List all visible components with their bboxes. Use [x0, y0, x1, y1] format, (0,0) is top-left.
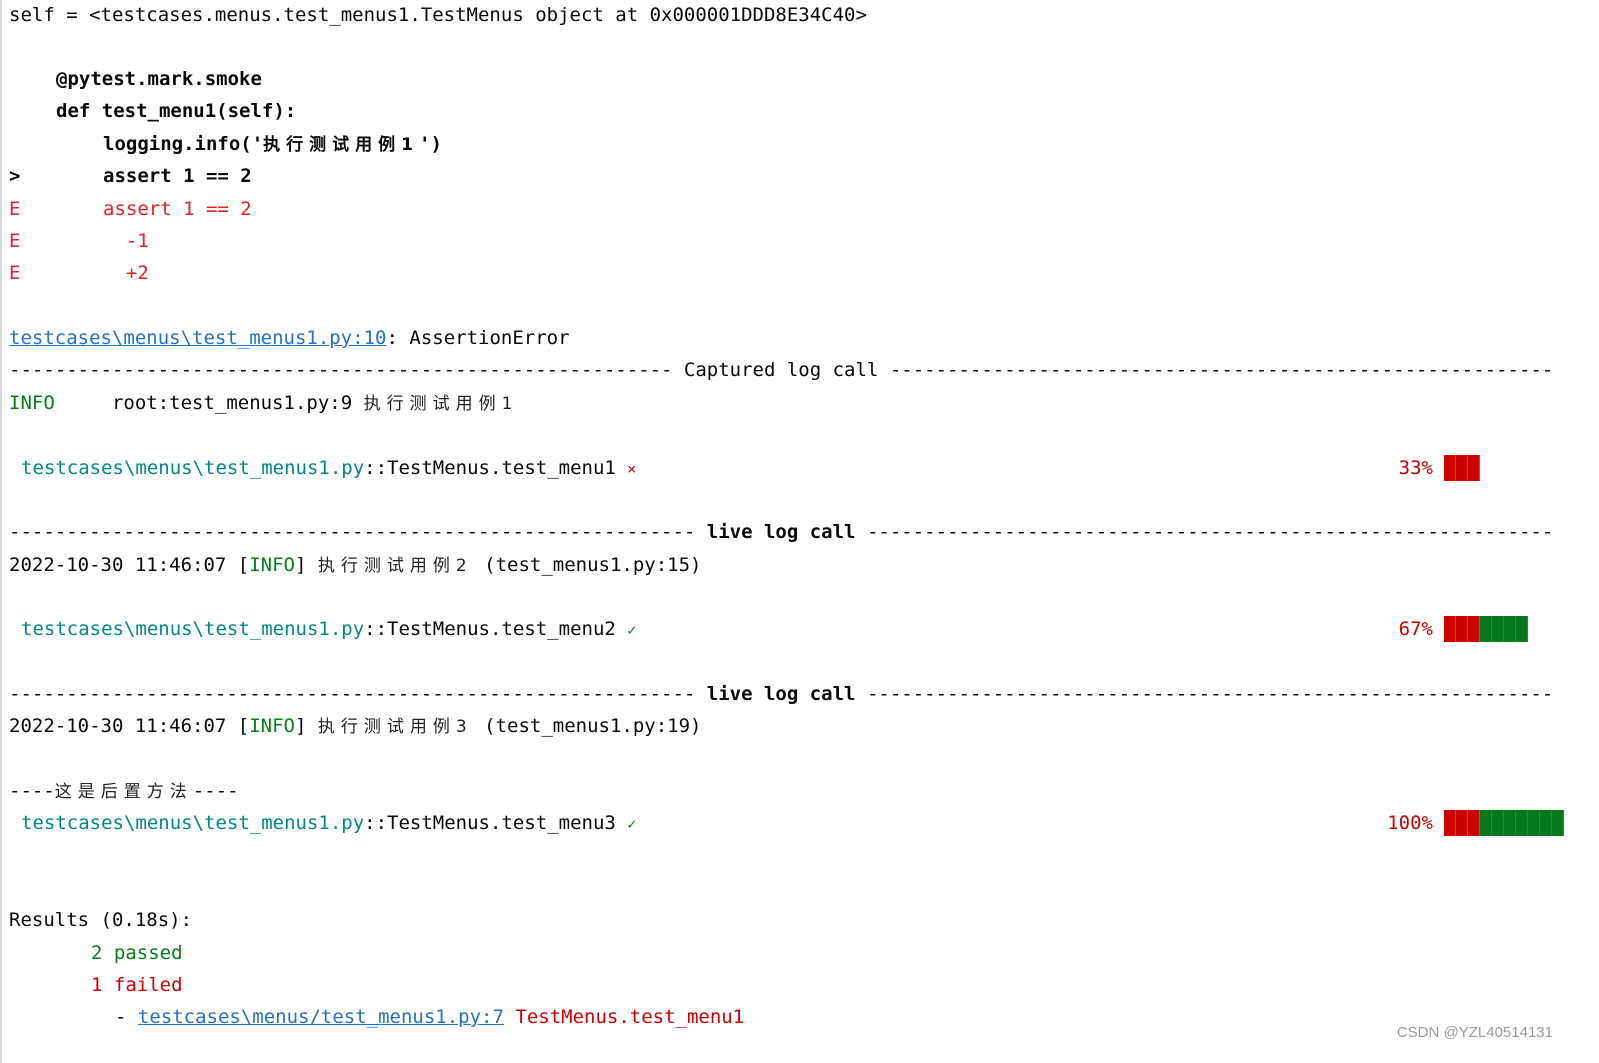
- separator-dashes: ----------------------------------------…: [889, 359, 1554, 381]
- live-log-line: 2022-10-30 11:46:07 [INFO] 执行测试用例3 (test…: [9, 715, 702, 737]
- separator-dashes: ----------------------------------------…: [9, 359, 684, 381]
- progress-percent: 33%: [1398, 457, 1433, 479]
- failure-arrow-marker: >: [9, 165, 21, 187]
- log-level: INFO: [9, 392, 55, 414]
- progress-segment-failed: [1468, 810, 1480, 836]
- progress-segment-failed: [1468, 455, 1480, 481]
- progress-segment-failed: [1456, 616, 1468, 642]
- progress-segment-passed: [1528, 810, 1540, 836]
- separator-title: Captured log call: [683, 359, 879, 381]
- console-output: self = <testcases.menus.test_menus1.Test…: [0, 0, 1599, 1063]
- assert-line: assert 1 == 2: [103, 165, 252, 187]
- test-name: ::TestMenus.test_menu1: [364, 457, 616, 479]
- progress-segment-passed: [1492, 616, 1504, 642]
- progress-bar: [1444, 455, 1480, 481]
- error-marker: E: [9, 262, 21, 284]
- progress-segment-passed: [1516, 616, 1528, 642]
- error-text: +2: [103, 262, 149, 284]
- teardown-message: 这是后置方法: [54, 782, 193, 802]
- separator-dashes: ----------------------------------------…: [9, 521, 707, 543]
- progress-segment-passed: [1504, 616, 1516, 642]
- progress-bar: [1444, 810, 1564, 836]
- fail-icon: ×: [627, 460, 637, 478]
- log-message: 执行测试用例1: [363, 394, 519, 414]
- teardown-line: ----这是后置方法----: [9, 780, 239, 802]
- log-message: 执行测试用例3: [317, 717, 473, 737]
- error-text: assert 1 == 2: [103, 198, 252, 220]
- progress-segment-passed: [1504, 810, 1516, 836]
- log-level: INFO: [249, 554, 295, 576]
- progress-segment-failed: [1456, 455, 1468, 481]
- captured-log-separator: ----------------------------------------…: [9, 354, 1554, 386]
- results-title: Results (0.18s):: [9, 909, 193, 931]
- test-path: testcases\menus\test_menus1.py: [21, 618, 365, 640]
- test-name: ::TestMenus.test_menu3: [364, 812, 616, 834]
- progress-percent: 100%: [1387, 812, 1433, 834]
- logging-line: logging.info('执行测试用例1'): [103, 128, 442, 160]
- log-message: 执行测试用例2: [317, 556, 473, 576]
- self-repr-line: self = <testcases.menus.test_menus1.Test…: [9, 4, 867, 26]
- error-marker: E: [9, 198, 21, 220]
- test-name: ::TestMenus.test_menu2: [364, 618, 616, 640]
- live-log-line: 2022-10-30 11:46:07 [INFO] 执行测试用例2 (test…: [9, 554, 702, 576]
- separator-title: live log call: [706, 683, 856, 705]
- check-icon: ✓: [627, 815, 637, 833]
- test-path: testcases\menus\test_menus1.py: [21, 812, 365, 834]
- test-path: testcases\menus\test_menus1.py: [21, 457, 365, 479]
- logging-suffix: '): [419, 133, 442, 155]
- separator-dashes: ----------------------------------------…: [866, 683, 1554, 705]
- error-marker: E: [9, 230, 21, 252]
- watermark: CSDN @YZL40514131: [1396, 1024, 1553, 1041]
- failure-test-name: TestMenus.test_menu1: [503, 1006, 745, 1028]
- progress-segment-passed: [1480, 616, 1492, 642]
- check-icon: ✓: [627, 621, 637, 639]
- error-text: -1: [103, 230, 149, 252]
- decorator-line: @pytest.mark.smoke: [56, 68, 262, 90]
- separator-dashes: ----------------------------------------…: [866, 521, 1554, 543]
- log-source: (test_menus1.py:15): [472, 554, 702, 576]
- log-timestamp: 2022-10-30 11:46:07 [: [9, 554, 250, 576]
- failed-count: 1 failed: [91, 974, 183, 996]
- progress-segment-failed: [1444, 455, 1456, 481]
- log-level: INFO: [249, 715, 295, 737]
- progress-segment-failed: [1468, 616, 1480, 642]
- progress-percent: 67%: [1398, 618, 1433, 640]
- progress-segment-failed: [1444, 616, 1456, 642]
- live-log-separator: ----------------------------------------…: [9, 516, 1554, 548]
- captured-log-line: INFO root:test_menus1.py:9 执行测试用例1: [9, 387, 518, 419]
- source-location-link[interactable]: testcases\menus\test_menus1.py:10: [9, 327, 387, 349]
- test-result-line: testcases\menus\test_menus1.py::TestMenu…: [21, 807, 636, 839]
- log-source: root:test_menus1.py:9: [111, 392, 364, 414]
- failure-entry: - testcases\menus/test_menus1.py:7 TestM…: [115, 1006, 745, 1028]
- progress-segment-passed: [1552, 810, 1564, 836]
- log-timestamp: 2022-10-30 11:46:07 [: [9, 715, 250, 737]
- logging-cjk: 执行测试用例1: [263, 135, 419, 155]
- assertion-error-label: : AssertionError: [386, 327, 570, 349]
- progress-bar: [1444, 616, 1528, 642]
- test-result-line: testcases\menus\test_menus1.py::TestMenu…: [21, 452, 636, 484]
- progress-segment-passed: [1492, 810, 1504, 836]
- separator-dashes: ----------------------------------------…: [9, 683, 707, 705]
- progress-segment-passed: [1540, 810, 1552, 836]
- progress-segment-failed: [1444, 810, 1456, 836]
- passed-count: 2 passed: [91, 942, 183, 964]
- progress-segment-failed: [1456, 810, 1468, 836]
- log-source: (test_menus1.py:19): [472, 715, 702, 737]
- test-result-line: testcases\menus\test_menus1.py::TestMenu…: [21, 613, 636, 645]
- live-log-separator: ----------------------------------------…: [9, 678, 1554, 710]
- failure-location-link[interactable]: testcases\menus/test_menus1.py:7: [138, 1006, 504, 1028]
- assertion-location-line: testcases\menus\test_menus1.py:10: Asser…: [9, 322, 570, 354]
- separator-title: live log call: [706, 521, 856, 543]
- def-line: def test_menu1(self):: [56, 100, 297, 122]
- progress-segment-passed: [1516, 810, 1528, 836]
- logging-prefix: logging.info(': [103, 133, 264, 155]
- progress-segment-passed: [1480, 810, 1492, 836]
